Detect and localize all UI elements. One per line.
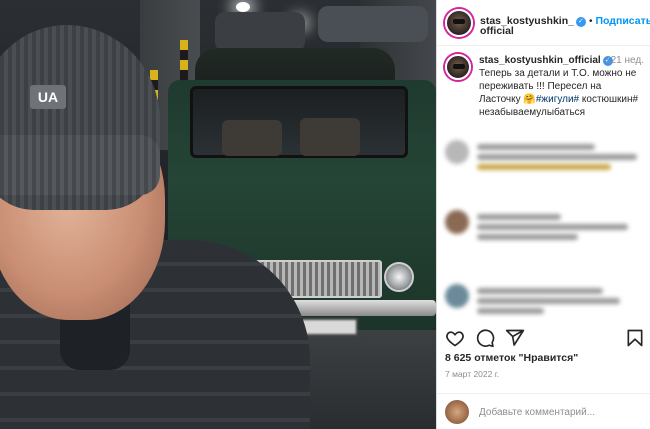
author-username-line2[interactable]: official — [480, 25, 514, 37]
caption: stas_kostyushkin_official ✓ Теперь за дет… — [437, 46, 650, 119]
background-car — [318, 6, 428, 42]
brand-logo: UA — [30, 85, 66, 109]
post-header: stas_kostyushkin_✓•Подписаться official — [437, 0, 650, 46]
comment-item — [445, 284, 645, 324]
car-seat — [222, 120, 282, 156]
background-car — [215, 12, 305, 52]
post-time: 121 нед. — [605, 55, 644, 66]
follow-button[interactable]: Подписаться — [595, 15, 650, 27]
ceiling-light — [236, 2, 250, 12]
verified-icon: ✓ — [575, 17, 586, 27]
comment-text — [477, 210, 645, 250]
comment-avatar — [445, 140, 469, 164]
heart-icon[interactable] — [445, 328, 465, 348]
likes-count[interactable]: 8 625 отметок "Нравится" — [445, 352, 578, 364]
comment-input[interactable]: Добавьте комментарий... — [479, 407, 595, 418]
divider — [437, 393, 650, 394]
beanie-fold — [0, 135, 160, 195]
comment-avatar — [445, 210, 469, 234]
action-bar — [437, 328, 650, 352]
viewer-avatar — [445, 400, 469, 424]
separator-dot: • — [588, 16, 593, 27]
car-seat — [300, 118, 360, 156]
comment-input-row: Добавьте комментарий... — [445, 399, 650, 425]
comment-icon[interactable] — [475, 328, 495, 348]
headlight — [384, 262, 414, 292]
hashtag-link[interactable]: #жигули# — [536, 94, 579, 105]
bookmark-icon[interactable] — [625, 328, 645, 348]
comment-text — [477, 140, 645, 180]
share-icon[interactable] — [505, 328, 525, 348]
comment-item — [445, 210, 645, 250]
caption-avatar[interactable] — [445, 54, 471, 80]
comment-avatar — [445, 284, 469, 308]
post-date: 7 март 2022 г. — [445, 369, 500, 379]
comment-text — [477, 284, 645, 324]
author-avatar[interactable] — [445, 8, 473, 37]
caption-username[interactable]: stas_kostyushkin_official — [479, 55, 601, 66]
comment-item — [445, 140, 645, 180]
post-side-panel: stas_kostyushkin_✓•Подписаться official … — [436, 0, 650, 429]
post-photo[interactable]: UA — [0, 0, 436, 429]
hug-emoji: 🤗 — [523, 94, 536, 105]
